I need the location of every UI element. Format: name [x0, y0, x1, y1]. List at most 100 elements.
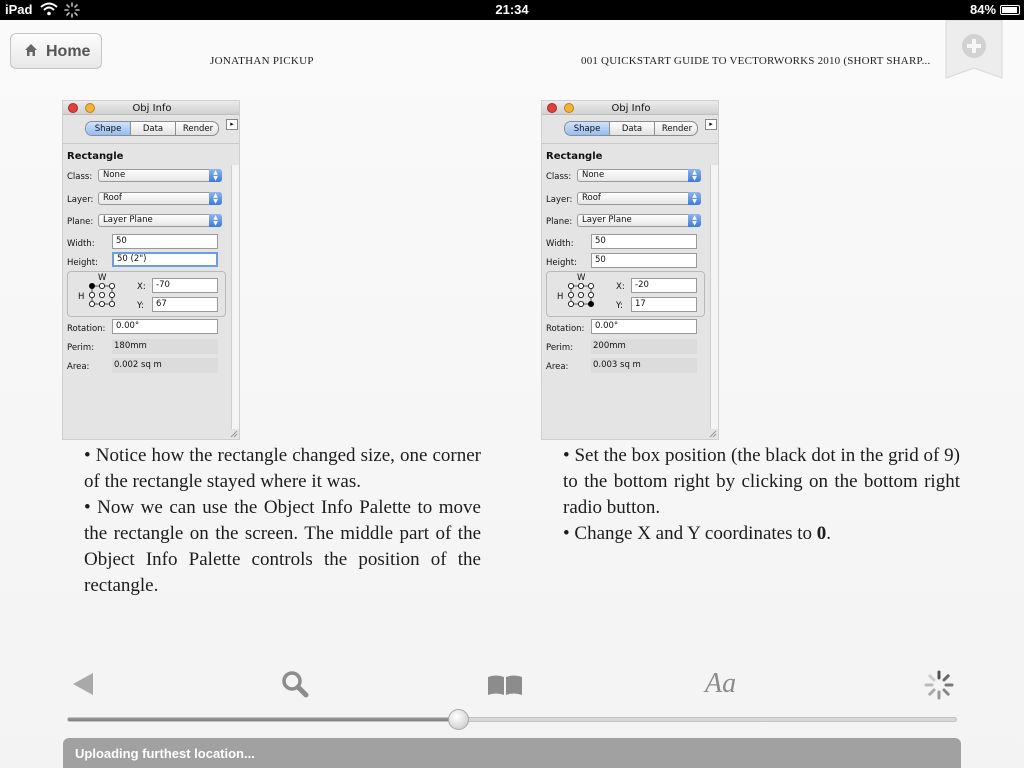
y-field[interactable]: 67 [152, 297, 218, 312]
grid-radio[interactable] [577, 291, 584, 298]
height-field[interactable]: 50 (2") [112, 252, 218, 267]
plane-label: Plane: [546, 217, 573, 227]
rotation-field[interactable]: 0.00° [112, 319, 218, 334]
height-letter: H [557, 292, 564, 302]
text-run: • Change X and Y coordinates to [563, 523, 817, 544]
perim-value: 180mm [112, 339, 218, 354]
popup-arrows-icon: ▲ ▼ [688, 192, 701, 205]
status-bar: iPad 21:34 84% [0, 0, 1024, 20]
book-title-header: 001 QUICKSTART GUIDE TO VECTORWORKS 2010… [581, 55, 931, 67]
grid-radio[interactable] [98, 283, 105, 289]
grid-radio[interactable] [108, 300, 115, 307]
clock: 21:34 [495, 2, 529, 17]
plane-select[interactable]: Layer Plane ▲ ▼ [577, 214, 701, 227]
divider [63, 143, 239, 144]
text-run: . [826, 523, 832, 544]
grid-radio[interactable] [98, 291, 105, 298]
font-settings-button[interactable]: Aa [705, 668, 736, 700]
palette-menu-icon[interactable]: ▸ [705, 119, 717, 130]
back-arrow-icon[interactable] [72, 672, 94, 701]
area-label: Area: [546, 362, 569, 372]
left-column-text: • Notice how the rectangle changed size,… [84, 443, 481, 599]
palette-menu-icon[interactable]: ▸ [226, 119, 238, 130]
class-select[interactable]: None ▲ ▼ [98, 169, 222, 182]
scrollbar[interactable] [231, 165, 239, 429]
slider-thumb[interactable] [447, 709, 469, 730]
right-column-text: • Set the box position (the black dot in… [563, 443, 960, 547]
width-field[interactable]: 50 [591, 234, 697, 249]
class-select[interactable]: None ▲ ▼ [577, 169, 701, 182]
grid-radio[interactable] [98, 300, 105, 307]
tab-shape[interactable]: Shape [565, 122, 610, 135]
palette-title: Obj Info [611, 103, 651, 114]
resize-grip-icon[interactable] [230, 430, 238, 438]
width-label: Width: [67, 239, 95, 249]
area-value: 0.003 sq m [591, 358, 697, 373]
bullet-paragraph: • Change X and Y coordinates to 0. [563, 521, 960, 547]
object-type: Rectangle [67, 151, 124, 162]
layer-value: Roof [582, 193, 601, 203]
rotation-label: Rotation: [67, 324, 106, 334]
grid-radio[interactable] [108, 291, 115, 298]
class-label: Class: [546, 172, 572, 182]
palette-tabs: Shape Data Render [564, 121, 698, 136]
x-field[interactable]: -20 [631, 278, 697, 293]
grid-radio-selected[interactable] [587, 300, 594, 307]
grid-radio[interactable] [568, 283, 574, 289]
open-book-icon[interactable] [487, 674, 523, 701]
grid-radio[interactable] [587, 283, 594, 289]
tab-data[interactable]: Data [131, 124, 175, 134]
x-field[interactable]: -70 [152, 278, 218, 293]
plane-select[interactable]: Layer Plane ▲ ▼ [98, 214, 222, 227]
popup-arrows-icon: ▲ ▼ [209, 169, 222, 182]
grid-radio[interactable] [577, 300, 584, 307]
grid-radio[interactable] [577, 283, 584, 289]
page-progress-slider[interactable] [67, 717, 957, 722]
tab-render[interactable]: Render [654, 122, 697, 135]
perim-label: Perim: [546, 343, 574, 353]
add-bookmark-ribbon[interactable] [944, 19, 1004, 80]
home-button[interactable]: Home [10, 33, 102, 69]
box-position-grid[interactable] [88, 282, 116, 308]
book-page: Home JONATHAN PICKUP 001 QUICKSTART GUID… [0, 19, 1024, 768]
grid-radio[interactable] [568, 291, 574, 298]
bullet-paragraph: • Set the box position (the black dot in… [563, 445, 960, 518]
layer-select[interactable]: Roof ▲ ▼ [98, 192, 222, 205]
bold-zero: 0 [816, 523, 827, 544]
width-field[interactable]: 50 [112, 234, 218, 249]
y-field[interactable]: 17 [631, 297, 697, 312]
bullet-paragraph: • Notice how the rectangle changed size,… [84, 445, 481, 492]
box-position-grid[interactable] [567, 282, 595, 308]
grid-radio[interactable] [89, 291, 95, 298]
battery-icon [1000, 5, 1020, 15]
height-letter: H [78, 292, 85, 302]
upload-status-text: Uploading furthest location... [75, 746, 255, 761]
palette-tabs: Shape Data Render [85, 121, 219, 136]
y-label: Y: [616, 301, 623, 311]
grid-radio[interactable] [89, 300, 95, 307]
class-value: None [103, 170, 126, 180]
tab-render[interactable]: Render [175, 122, 218, 135]
plane-value: Layer Plane [103, 215, 153, 225]
scrollbar[interactable] [710, 165, 718, 429]
grid-radio[interactable] [108, 283, 115, 289]
resize-grip-icon[interactable] [709, 430, 717, 438]
height-label: Height: [546, 258, 577, 268]
divider [542, 143, 718, 144]
layer-select[interactable]: Roof ▲ ▼ [577, 192, 701, 205]
palette-titlebar: Obj Info [542, 101, 718, 115]
grid-radio-selected[interactable] [89, 283, 95, 289]
height-label: Height: [67, 258, 98, 268]
bullet-paragraph: • Now we can use the Object Info Palette… [84, 497, 481, 596]
height-field[interactable]: 50 [591, 253, 697, 268]
tab-data[interactable]: Data [610, 124, 654, 134]
author-header: JONATHAN PICKUP [210, 55, 314, 67]
grid-radio[interactable] [587, 291, 594, 298]
magnifier-icon[interactable] [281, 670, 309, 703]
popup-arrows-icon: ▲ ▼ [209, 192, 222, 205]
rotation-field[interactable]: 0.00° [591, 319, 697, 334]
layer-value: Roof [103, 193, 122, 203]
grid-radio[interactable] [568, 300, 574, 307]
perim-label: Perim: [67, 343, 95, 353]
tab-shape[interactable]: Shape [86, 122, 131, 135]
